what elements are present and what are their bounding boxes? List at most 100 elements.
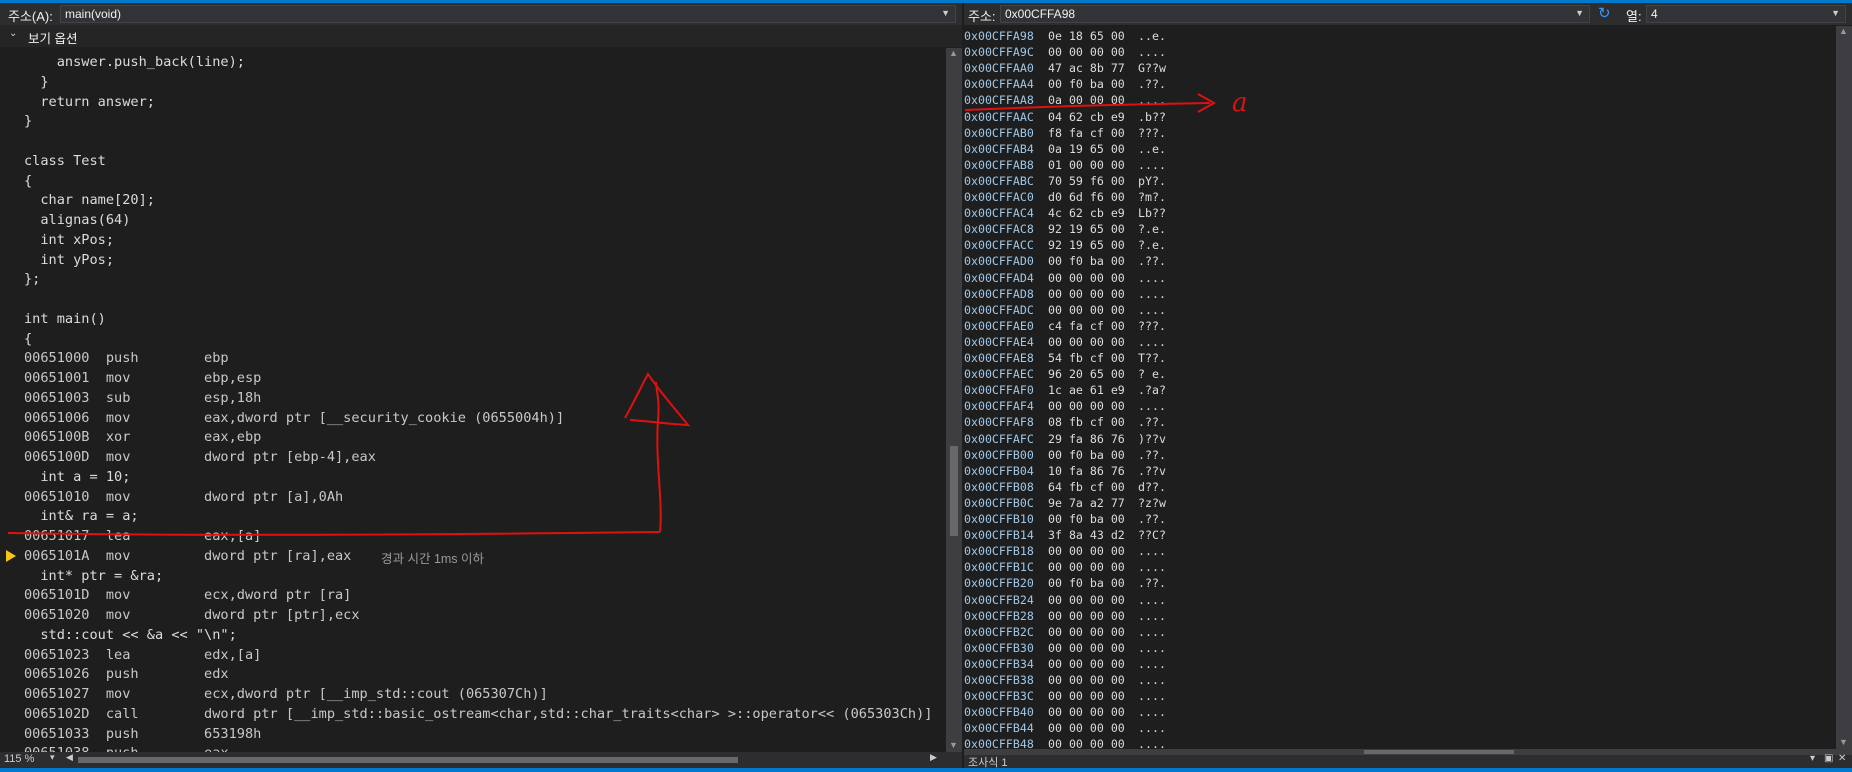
collapse-chevron-icon[interactable]: ⌄ [9, 28, 17, 39]
memory-bytes[interactable]: f8 fa cf 00 [1048, 125, 1125, 141]
memory-ascii[interactable]: .... [1138, 398, 1166, 414]
chevron-down-icon[interactable]: ▼ [941, 8, 950, 18]
memory-bytes[interactable]: 00 00 00 00 [1048, 672, 1125, 688]
memory-ascii[interactable]: ???. [1138, 318, 1166, 334]
memory-bytes[interactable]: 00 f0 ba 00 [1048, 76, 1125, 92]
horizontal-scrollbar-thumb[interactable] [1364, 750, 1514, 754]
memory-ascii[interactable]: .... [1138, 688, 1166, 704]
view-options-bar[interactable]: ⌄ 보기 옵션 [0, 25, 962, 47]
memory-ascii[interactable]: ?z?w [1138, 495, 1166, 511]
asm-line[interactable]: 00651026 push edx [24, 664, 229, 684]
memory-ascii[interactable]: .??. [1138, 511, 1166, 527]
memory-ascii[interactable]: .... [1138, 624, 1166, 640]
memory-ascii[interactable]: pY?. [1138, 173, 1166, 189]
scroll-left-icon[interactable]: ◀ [66, 752, 73, 763]
source-line[interactable]: } [24, 111, 32, 131]
memory-bytes[interactable]: 00 00 00 00 [1048, 736, 1125, 749]
close-icon[interactable]: ✕ [1838, 753, 1846, 764]
memory-bytes[interactable]: 47 ac 8b 77 [1048, 60, 1125, 76]
memory-bytes[interactable]: 00 f0 ba 00 [1048, 253, 1125, 269]
source-line[interactable]: class Test [24, 151, 106, 171]
memory-ascii[interactable]: ..e. [1138, 28, 1166, 44]
horizontal-scrollbar-thumb[interactable] [78, 757, 738, 763]
memory-ascii[interactable]: T??. [1138, 350, 1166, 366]
scroll-down-icon[interactable]: ▼ [1839, 737, 1848, 747]
asm-line[interactable]: 00651020 mov dword ptr [ptr],ecx [24, 605, 360, 625]
memory-ascii[interactable]: .... [1138, 656, 1166, 672]
asm-line[interactable]: 00651033 push 653198h [24, 724, 261, 744]
source-line[interactable]: int* ptr = &ra; [24, 566, 163, 586]
asm-line[interactable]: 00651001 mov ebp,esp [24, 368, 261, 388]
source-line[interactable]: std::cout << &a << "\n"; [24, 625, 236, 645]
memory-bytes[interactable]: 00 00 00 00 [1048, 543, 1125, 559]
memory-view[interactable]: 0x00CFFA98 0e 18 65 00 ..e. 0x00CFFA9C 00 00… [964, 26, 1836, 749]
memory-bytes[interactable]: 00 00 00 00 [1048, 592, 1125, 608]
asm-line[interactable]: 0065101A mov dword ptr [ra],eax [24, 546, 351, 566]
memory-bytes[interactable]: 64 fb cf 00 [1048, 479, 1125, 495]
memory-ascii[interactable]: .... [1138, 672, 1166, 688]
memory-ascii[interactable]: )??v [1138, 431, 1166, 447]
memory-bytes[interactable]: 00 00 00 00 [1048, 704, 1125, 720]
memory-ascii[interactable]: .... [1138, 270, 1166, 286]
memory-ascii[interactable]: .?a? [1138, 382, 1166, 398]
memory-ascii[interactable]: .??. [1138, 76, 1166, 92]
asm-line[interactable]: 00651023 lea edx,[a] [24, 645, 261, 665]
asm-line[interactable]: 0065102D call dword ptr [__imp_std::basi… [24, 704, 932, 724]
zoom-level[interactable]: 115 % [4, 753, 34, 765]
source-line[interactable]: int xPos; [24, 230, 114, 250]
memory-bytes[interactable]: 92 19 65 00 [1048, 237, 1125, 253]
source-line[interactable]: return answer; [24, 92, 155, 112]
memory-bytes[interactable]: 3f 8a 43 d2 [1048, 527, 1125, 543]
memory-bytes[interactable]: 00 00 00 00 [1048, 720, 1125, 736]
memory-address-combobox[interactable]: 0x00CFFA98 ▼ [1000, 5, 1590, 23]
memory-bytes[interactable]: 00 00 00 00 [1048, 656, 1125, 672]
memory-bytes[interactable]: 00 00 00 00 [1048, 302, 1125, 318]
memory-ascii[interactable]: .... [1138, 92, 1166, 108]
memory-bytes[interactable]: 54 fb cf 00 [1048, 350, 1125, 366]
memory-bytes[interactable]: 00 f0 ba 00 [1048, 511, 1125, 527]
address-combobox[interactable]: main(void) ▼ [60, 5, 956, 23]
asm-line[interactable]: 0065100D mov dword ptr [ebp-4],eax [24, 447, 376, 467]
memory-ascii[interactable]: .... [1138, 44, 1166, 60]
memory-bytes[interactable]: 00 00 00 00 [1048, 608, 1125, 624]
scroll-up-icon[interactable]: ▲ [1839, 26, 1848, 36]
asm-line[interactable]: 00651010 mov dword ptr [a],0Ah [24, 487, 343, 507]
source-line[interactable]: char name[20]; [24, 190, 155, 210]
memory-bytes[interactable]: 9e 7a a2 77 [1048, 495, 1125, 511]
memory-bytes[interactable]: 00 00 00 00 [1048, 334, 1125, 350]
maximize-icon[interactable]: ▣ [1824, 753, 1833, 764]
memory-ascii[interactable]: .... [1138, 592, 1166, 608]
memory-ascii[interactable]: .... [1138, 559, 1166, 575]
memory-ascii[interactable]: G??w [1138, 60, 1166, 76]
memory-bytes[interactable]: d0 6d f6 00 [1048, 189, 1125, 205]
asm-line[interactable]: 00651003 sub esp,18h [24, 388, 261, 408]
memory-bytes[interactable]: 0a 19 65 00 [1048, 141, 1125, 157]
asm-line[interactable]: 00651017 lea eax,[a] [24, 526, 261, 546]
memory-ascii[interactable]: .??. [1138, 575, 1166, 591]
asm-line[interactable]: 00651038 push eax [24, 743, 229, 752]
source-line[interactable]: { [24, 171, 32, 191]
memory-ascii[interactable]: ?m?. [1138, 189, 1166, 205]
memory-ascii[interactable]: .... [1138, 704, 1166, 720]
memory-bytes[interactable]: 04 62 cb e9 [1048, 109, 1125, 125]
source-line[interactable]: int main() [24, 309, 106, 329]
memory-bytes[interactable]: 70 59 f6 00 [1048, 173, 1125, 189]
scrollbar-thumb[interactable] [950, 446, 958, 536]
memory-bytes[interactable]: 00 00 00 00 [1048, 640, 1125, 656]
source-line[interactable]: int yPos; [24, 250, 114, 270]
source-line[interactable]: int& ra = a; [24, 506, 138, 526]
zoom-chevron-icon[interactable]: ▾ [50, 752, 55, 763]
memory-bytes[interactable]: 0a 00 00 00 [1048, 92, 1125, 108]
memory-bytes[interactable]: 00 00 00 00 [1048, 559, 1125, 575]
memory-ascii[interactable]: ?.e. [1138, 221, 1166, 237]
memory-ascii[interactable]: .??. [1138, 253, 1166, 269]
memory-bytes[interactable]: 4c 62 cb e9 [1048, 205, 1125, 221]
source-line[interactable]: alignas(64) [24, 210, 130, 230]
memory-bytes[interactable]: c4 fa cf 00 [1048, 318, 1125, 334]
source-line[interactable]: } [24, 72, 48, 92]
refresh-icon[interactable]: ↻ [1598, 4, 1611, 22]
disassembly-code-view[interactable]: answer.push_back(line); } return answer;… [0, 48, 946, 752]
window-position-icon[interactable]: ▾ [1810, 753, 1815, 764]
memory-ascii[interactable]: .... [1138, 302, 1166, 318]
asm-line[interactable]: 00651000 push ebp [24, 348, 229, 368]
